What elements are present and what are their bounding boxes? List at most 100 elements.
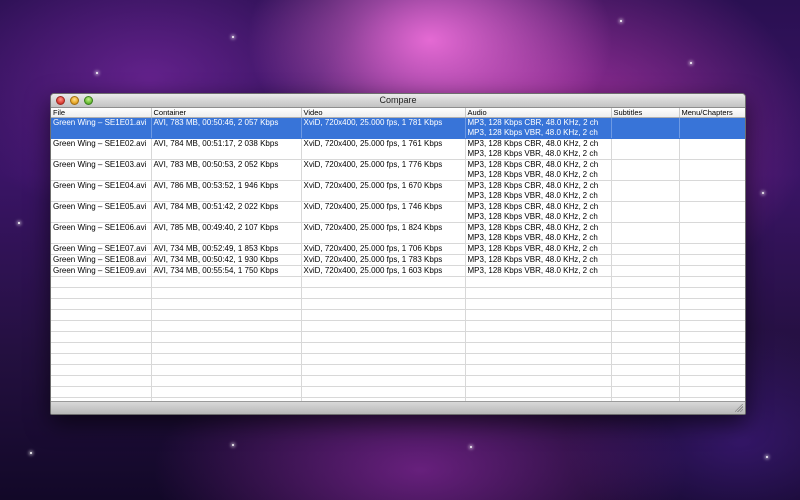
table-row[interactable]: Green Wing – SE1E07.avi AVI, 734 MB, 00:5… xyxy=(51,243,745,255)
cell-container: AVI, 783 MB, 00:50:46, 2 057 Kbps xyxy=(151,117,302,139)
audio-track: MP3, 128 Kbps VBR, 48.0 KHz, 2 ch xyxy=(467,128,598,137)
cell-container: AVI, 784 MB, 00:51:17, 2 038 Kbps xyxy=(151,138,302,160)
compare-table-view[interactable]: File Container Video Audio Subtitles Men… xyxy=(51,108,745,401)
cell-file: Green Wing – SE1E01.avi xyxy=(51,117,152,139)
cell-subtitles xyxy=(611,222,680,244)
star xyxy=(690,62,692,64)
empty-cell xyxy=(151,276,302,288)
cell-container: AVI, 786 MB, 00:53:52, 1 946 Kbps xyxy=(151,180,302,202)
empty-row xyxy=(51,353,745,365)
cell-audio: MP3, 128 Kbps VBR, 48.0 KHz, 2 ch xyxy=(465,265,612,277)
empty-cell xyxy=(51,386,152,398)
empty-cell xyxy=(151,353,302,365)
empty-row xyxy=(51,287,745,299)
column-header-audio[interactable]: Audio xyxy=(465,108,612,118)
cell-video: XviD, 720x400, 25.000 fps, 1 670 Kbps xyxy=(301,180,466,202)
cell-audio: MP3, 128 Kbps CBR, 48.0 KHz, 2 ch MP3, 12… xyxy=(465,117,612,139)
table-row[interactable]: Green Wing – SE1E08.avi AVI, 734 MB, 00:5… xyxy=(51,254,745,266)
cell-menu-chapters xyxy=(679,265,745,277)
audio-track: MP3, 128 Kbps CBR, 48.0 KHz, 2 ch xyxy=(467,223,599,232)
audio-track: MP3, 128 Kbps VBR, 48.0 KHz, 2 ch xyxy=(467,244,598,253)
empty-cell xyxy=(679,276,745,288)
empty-row xyxy=(51,386,745,398)
table-row[interactable]: Green Wing – SE1E04.avi AVI, 786 MB, 00:5… xyxy=(51,180,745,202)
cell-video: XviD, 720x400, 25.000 fps, 1 761 Kbps xyxy=(301,138,466,160)
empty-cell xyxy=(611,298,680,310)
cell-menu-chapters xyxy=(679,159,745,181)
cell-audio: MP3, 128 Kbps CBR, 48.0 KHz, 2 ch MP3, 12… xyxy=(465,180,612,202)
empty-row xyxy=(51,375,745,387)
cell-menu-chapters xyxy=(679,222,745,244)
empty-cell xyxy=(679,331,745,343)
empty-cell xyxy=(51,320,152,332)
empty-cell xyxy=(51,342,152,354)
table-row[interactable]: Green Wing – SE1E05.avi AVI, 784 MB, 00:5… xyxy=(51,201,745,223)
empty-row xyxy=(51,320,745,332)
table-row[interactable]: Green Wing – SE1E03.avi AVI, 783 MB, 00:5… xyxy=(51,159,745,181)
empty-cell xyxy=(679,298,745,310)
table-row[interactable]: Green Wing – SE1E01.avi AVI, 783 MB, 00:5… xyxy=(51,117,745,139)
empty-cell xyxy=(51,353,152,365)
cell-subtitles xyxy=(611,254,680,266)
empty-cell xyxy=(301,386,466,398)
cell-subtitles xyxy=(611,117,680,139)
column-header-video[interactable]: Video xyxy=(301,108,466,118)
cell-container: AVI, 734 MB, 00:55:54, 1 750 Kbps xyxy=(151,265,302,277)
empty-cell xyxy=(465,342,612,354)
empty-cell xyxy=(611,309,680,321)
audio-track: MP3, 128 Kbps CBR, 48.0 KHz, 2 ch xyxy=(467,160,599,169)
empty-cell xyxy=(51,331,152,343)
column-header-menu-chapters[interactable]: Menu/Chapters xyxy=(679,108,745,118)
title-bar[interactable]: Compare xyxy=(51,94,745,108)
empty-cell xyxy=(465,386,612,398)
empty-cell xyxy=(611,287,680,299)
star xyxy=(762,192,764,194)
cell-menu-chapters xyxy=(679,138,745,160)
empty-cell xyxy=(301,364,466,376)
audio-track: MP3, 128 Kbps VBR, 48.0 KHz, 2 ch xyxy=(467,255,598,264)
empty-cell xyxy=(151,309,302,321)
table-row[interactable]: Green Wing – SE1E06.avi AVI, 785 MB, 00:4… xyxy=(51,222,745,244)
audio-track: MP3, 128 Kbps CBR, 48.0 KHz, 2 ch xyxy=(467,202,599,211)
empty-cell xyxy=(679,386,745,398)
cell-audio: MP3, 128 Kbps VBR, 48.0 KHz, 2 ch xyxy=(465,243,612,255)
cell-audio: MP3, 128 Kbps CBR, 48.0 KHz, 2 ch MP3, 12… xyxy=(465,201,612,223)
audio-track: MP3, 128 Kbps VBR, 48.0 KHz, 2 ch xyxy=(467,212,598,221)
audio-track: MP3, 128 Kbps VBR, 48.0 KHz, 2 ch xyxy=(467,266,598,275)
empty-cell xyxy=(301,287,466,299)
empty-cell xyxy=(151,342,302,354)
empty-cell xyxy=(301,276,466,288)
empty-cell xyxy=(679,353,745,365)
empty-cell xyxy=(465,287,612,299)
cell-menu-chapters xyxy=(679,117,745,139)
audio-track: MP3, 128 Kbps CBR, 48.0 KHz, 2 ch xyxy=(467,118,599,127)
column-header-file[interactable]: File xyxy=(51,108,152,118)
cell-file: Green Wing – SE1E09.avi xyxy=(51,265,152,277)
cell-file: Green Wing – SE1E07.avi xyxy=(51,243,152,255)
resize-grip-icon[interactable] xyxy=(735,404,743,412)
empty-cell xyxy=(51,309,152,321)
empty-cell xyxy=(611,353,680,365)
cell-file: Green Wing – SE1E06.avi xyxy=(51,222,152,244)
star xyxy=(96,72,98,74)
table-row[interactable]: Green Wing – SE1E02.avi AVI, 784 MB, 00:5… xyxy=(51,138,745,160)
column-header-subtitles[interactable]: Subtitles xyxy=(611,108,680,118)
cell-subtitles xyxy=(611,243,680,255)
cell-video: XviD, 720x400, 25.000 fps, 1 781 Kbps xyxy=(301,117,466,139)
table-row[interactable]: Green Wing – SE1E09.avi AVI, 734 MB, 00:5… xyxy=(51,265,745,277)
empty-cell xyxy=(301,331,466,343)
column-header-container[interactable]: Container xyxy=(151,108,302,118)
cell-container: AVI, 734 MB, 00:52:49, 1 853 Kbps xyxy=(151,243,302,255)
star xyxy=(620,20,622,22)
empty-cell xyxy=(611,331,680,343)
cell-audio: MP3, 128 Kbps VBR, 48.0 KHz, 2 ch xyxy=(465,254,612,266)
cell-container: AVI, 734 MB, 00:50:42, 1 930 Kbps xyxy=(151,254,302,266)
cell-subtitles xyxy=(611,138,680,160)
empty-cell xyxy=(51,298,152,310)
cell-audio: MP3, 128 Kbps CBR, 48.0 KHz, 2 ch MP3, 12… xyxy=(465,138,612,160)
empty-row xyxy=(51,276,745,288)
cell-file: Green Wing – SE1E04.avi xyxy=(51,180,152,202)
audio-track: MP3, 128 Kbps CBR, 48.0 KHz, 2 ch xyxy=(467,181,599,190)
cell-video: XviD, 720x400, 25.000 fps, 1 776 Kbps xyxy=(301,159,466,181)
empty-cell xyxy=(465,276,612,288)
